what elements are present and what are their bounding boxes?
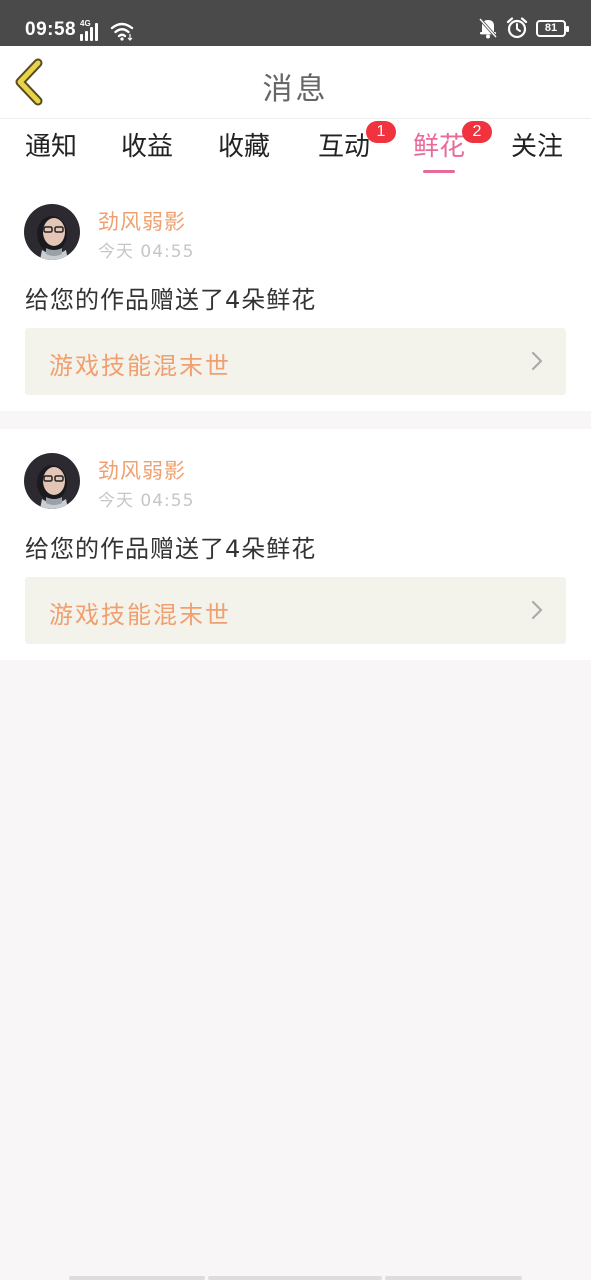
avatar[interactable] [24,204,80,260]
chevron-right-icon [531,600,543,620]
chevron-right-icon [531,351,543,371]
message-text: 给您的作品赠送了4朵鲜花 [25,286,317,314]
avatar[interactable] [24,453,80,509]
tab-label: 收藏 [218,132,271,162]
tab-label: 收益 [121,132,174,162]
message-text: 给您的作品赠送了4朵鲜花 [25,535,317,563]
sender-name[interactable]: 劲风弱影 [98,206,186,236]
sender-name[interactable]: 劲风弱影 [98,455,186,485]
message-card: 劲风弱影 今天 04:55 给您的作品赠送了4朵鲜花 游戏技能混末世 [0,180,591,411]
tab-label: 通知 [25,132,78,162]
notification-off-icon [478,18,498,39]
tab-notifications[interactable]: 通知 [25,127,77,173]
status-time: 09:58 [25,19,77,40]
tab-label: 互动 [318,132,371,162]
status-left-icons: 4G [80,19,134,41]
tab-interactions[interactable]: 互动 1 [318,121,396,173]
work-link[interactable]: 游戏技能混末世 [25,577,566,644]
network-label: 4G [80,19,91,28]
tab-label: 关注 [511,132,564,162]
signal-icon: 4G [80,19,104,41]
message-timestamp: 今天 04:55 [98,491,195,511]
work-title: 游戏技能混末世 [49,601,231,629]
page-title: 消息 [262,72,329,107]
active-tab-indicator [423,170,455,173]
message-card: 劲风弱影 今天 04:55 给您的作品赠送了4朵鲜花 游戏技能混末世 [0,429,591,660]
tab-favorites[interactable]: 收藏 [218,127,270,173]
battery-icon: 81 [536,19,569,37]
work-link[interactable]: 游戏技能混末世 [25,328,566,395]
tab-earnings[interactable]: 收益 [121,127,173,173]
tab-label: 鲜花 [413,132,466,162]
tab-following[interactable]: 关注 [511,127,563,173]
nav-indicator [69,1276,205,1280]
status-bar: 09:58 4G 81 [0,0,591,46]
alarm-icon [506,17,528,39]
tab-badge: 2 [462,121,492,143]
wifi-icon [110,22,134,41]
nav-indicator [208,1276,382,1280]
message-timestamp: 今天 04:55 [98,242,195,262]
nav-indicator [385,1276,522,1280]
tab-bar: 通知 收益 收藏 互动 1 鲜花 2 关注 [0,118,591,180]
header: 消息 [0,46,591,118]
work-title: 游戏技能混末世 [49,352,231,380]
tab-flowers[interactable]: 鲜花 2 [413,121,492,173]
status-right-icons: 81 [478,17,569,39]
tab-badge: 1 [366,121,396,143]
